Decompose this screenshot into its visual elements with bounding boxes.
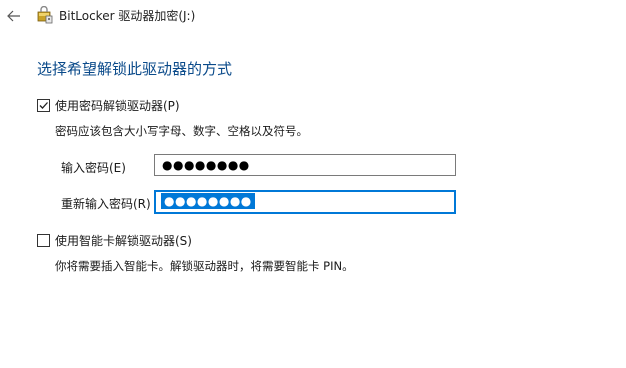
reenter-password-field[interactable]: ●●●●●●●● bbox=[154, 190, 456, 214]
enter-password-field[interactable]: ●●●●●●●● bbox=[154, 154, 456, 176]
password-mask: ●●●●●●●● bbox=[162, 158, 250, 172]
page-heading: 选择希望解锁此驱动器的方式 bbox=[37, 60, 233, 78]
smartcard-unlock-label[interactable]: 使用智能卡解锁驱动器(S) bbox=[55, 232, 192, 249]
reenter-password-label: 重新输入密码(R) bbox=[61, 197, 151, 211]
smartcard-description-text: 你将需要插入智能卡。解锁驱动器时，将需要智能卡 PIN。 bbox=[55, 259, 354, 273]
smartcard-unlock-checkbox[interactable] bbox=[37, 234, 50, 247]
enter-password-label: 输入密码(E) bbox=[61, 161, 126, 175]
bitlocker-drive-icon bbox=[37, 5, 53, 24]
password-unlock-label[interactable]: 使用密码解锁驱动器(P) bbox=[55, 97, 180, 114]
password-requirements-text: 密码应该包含大小写字母、数字、空格以及符号。 bbox=[55, 124, 308, 138]
back-button[interactable] bbox=[6, 8, 22, 24]
back-arrow-icon bbox=[7, 10, 20, 22]
password-unlock-checkbox[interactable] bbox=[37, 99, 50, 112]
checkmark-icon bbox=[39, 102, 48, 109]
title-bar: BitLocker 驱动器加密(J:) bbox=[0, 0, 626, 32]
password-mask-selected: ●●●●●●●● bbox=[161, 193, 255, 209]
window-title: BitLocker 驱动器加密(J:) bbox=[59, 9, 196, 23]
